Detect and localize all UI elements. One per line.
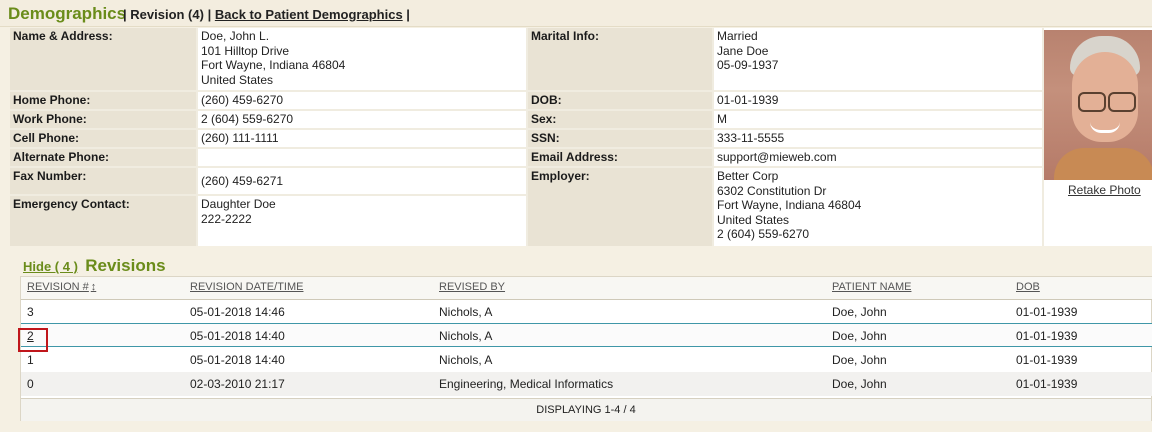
revision-date: 05-01-2018 14:40 [190,329,285,343]
dob: 01-01-1939 [1016,377,1078,391]
marital-info-label: Marital Info: [528,28,712,90]
sort-icon: ↕ [90,281,97,293]
revision-date: 05-01-2018 14:46 [190,305,285,319]
revisions-header: Hide ( 4 ) Revisions [23,256,166,276]
fax-number-label: Fax Number: [10,168,196,194]
breadcrumb-separator: | [123,7,127,22]
cell-phone-value: (260) 111-1111 [198,130,526,147]
dob-value: 01-01-1939 [714,92,1042,109]
patient-photo-panel: Retake Photo [1044,28,1152,246]
revision-count-label: Revision (4) [130,7,204,22]
sex-label: Sex: [528,111,712,128]
column-header-dob[interactable]: DOB [1016,281,1040,293]
revision-number: 0 [27,377,34,391]
patient-photo [1044,30,1152,180]
patient-name: Doe, John [832,329,887,343]
patient-name: Doe, John [832,377,887,391]
fax-number-value: (260) 459-6271 [198,168,526,194]
table-row-selected[interactable]: 2 05-01-2018 14:40 Nichols, A Doe, John … [18,323,1152,352]
name-address-label: Name & Address: [10,28,196,90]
revision-date: 02-03-2010 21:17 [190,377,285,391]
revised-by: Nichols, A [439,329,493,343]
ssn-label: SSN: [528,130,712,147]
revision-number: 1 [27,353,34,367]
home-phone-value: (260) 459-6270 [198,92,526,109]
revised-by: Nichols, A [439,305,493,319]
breadcrumb: | Revision (4) | Back to Patient Demogra… [123,7,410,22]
breadcrumb-separator: | [406,7,410,22]
column-header-patient-name[interactable]: PATIENT NAME [832,281,911,293]
page-header: Demographics | Revision (4) | Back to Pa… [0,0,1152,27]
revisions-title: Revisions [85,256,166,275]
column-header-revision-label: REVISION # [27,281,89,293]
hide-revisions-link[interactable]: Hide ( 4 ) [23,259,78,274]
patient-name: Doe, John [832,353,887,367]
dob: 01-01-1939 [1016,329,1078,343]
dob: 01-01-1939 [1016,353,1078,367]
email-label: Email Address: [528,149,712,166]
cell-phone-label: Cell Phone: [10,130,196,147]
column-header-date[interactable]: REVISION DATE/TIME [190,281,303,293]
alternate-phone-label: Alternate Phone: [10,149,196,166]
revision-date: 05-01-2018 14:40 [190,353,285,367]
table-row[interactable]: 1 05-01-2018 14:40 Nichols, A Doe, John … [21,348,1152,372]
table-row[interactable]: 0 02-03-2010 21:17 Engineering, Medical … [21,372,1152,396]
work-phone-label: Work Phone: [10,111,196,128]
work-phone-value: 2 (604) 559-6270 [198,111,526,128]
home-phone-label: Home Phone: [10,92,196,109]
alternate-phone-value [198,149,526,166]
revised-by: Engineering, Medical Informatics [439,377,614,391]
pagination-status: DISPLAYING 1-4 / 4 [21,398,1151,421]
page-title: Demographics [8,4,127,23]
marital-info-value: Married Jane Doe 05-09-1937 [714,28,1042,90]
demographics-panel: Name & Address: Doe, John L. 101 Hilltop… [10,28,1152,246]
name-address-value: Doe, John L. 101 Hilltop Drive Fort Wayn… [198,28,526,90]
emergency-contact-label: Emergency Contact: [10,196,196,246]
table-row[interactable]: 3 05-01-2018 14:46 Nichols, A Doe, John … [21,300,1152,324]
ssn-value: 333-11-5555 [714,130,1042,147]
table-header: REVISION # ↕ REVISION DATE/TIME REVISED B… [21,277,1152,300]
back-to-demographics-link[interactable]: Back to Patient Demographics [215,7,403,22]
emergency-contact-value: Daughter Doe 222-2222 [198,196,526,246]
column-header-revised-by[interactable]: REVISED BY [439,281,505,293]
employer-value: Better Corp 6302 Constitution Dr Fort Wa… [714,168,1042,246]
retake-photo-link[interactable]: Retake Photo [1068,183,1141,197]
email-value: support@mieweb.com [714,149,1042,166]
breadcrumb-separator: | [207,7,212,22]
patient-name: Doe, John [832,305,887,319]
dob-label: DOB: [528,92,712,109]
employer-label: Employer: [528,168,712,246]
revision-number: 3 [27,305,34,319]
column-header-revision[interactable]: REVISION # ↕ [27,281,96,293]
dob: 01-01-1939 [1016,305,1078,319]
sex-value: M [714,111,1042,128]
revisions-table: REVISION # ↕ REVISION DATE/TIME REVISED B… [18,276,1152,421]
revised-by: Nichols, A [439,353,493,367]
